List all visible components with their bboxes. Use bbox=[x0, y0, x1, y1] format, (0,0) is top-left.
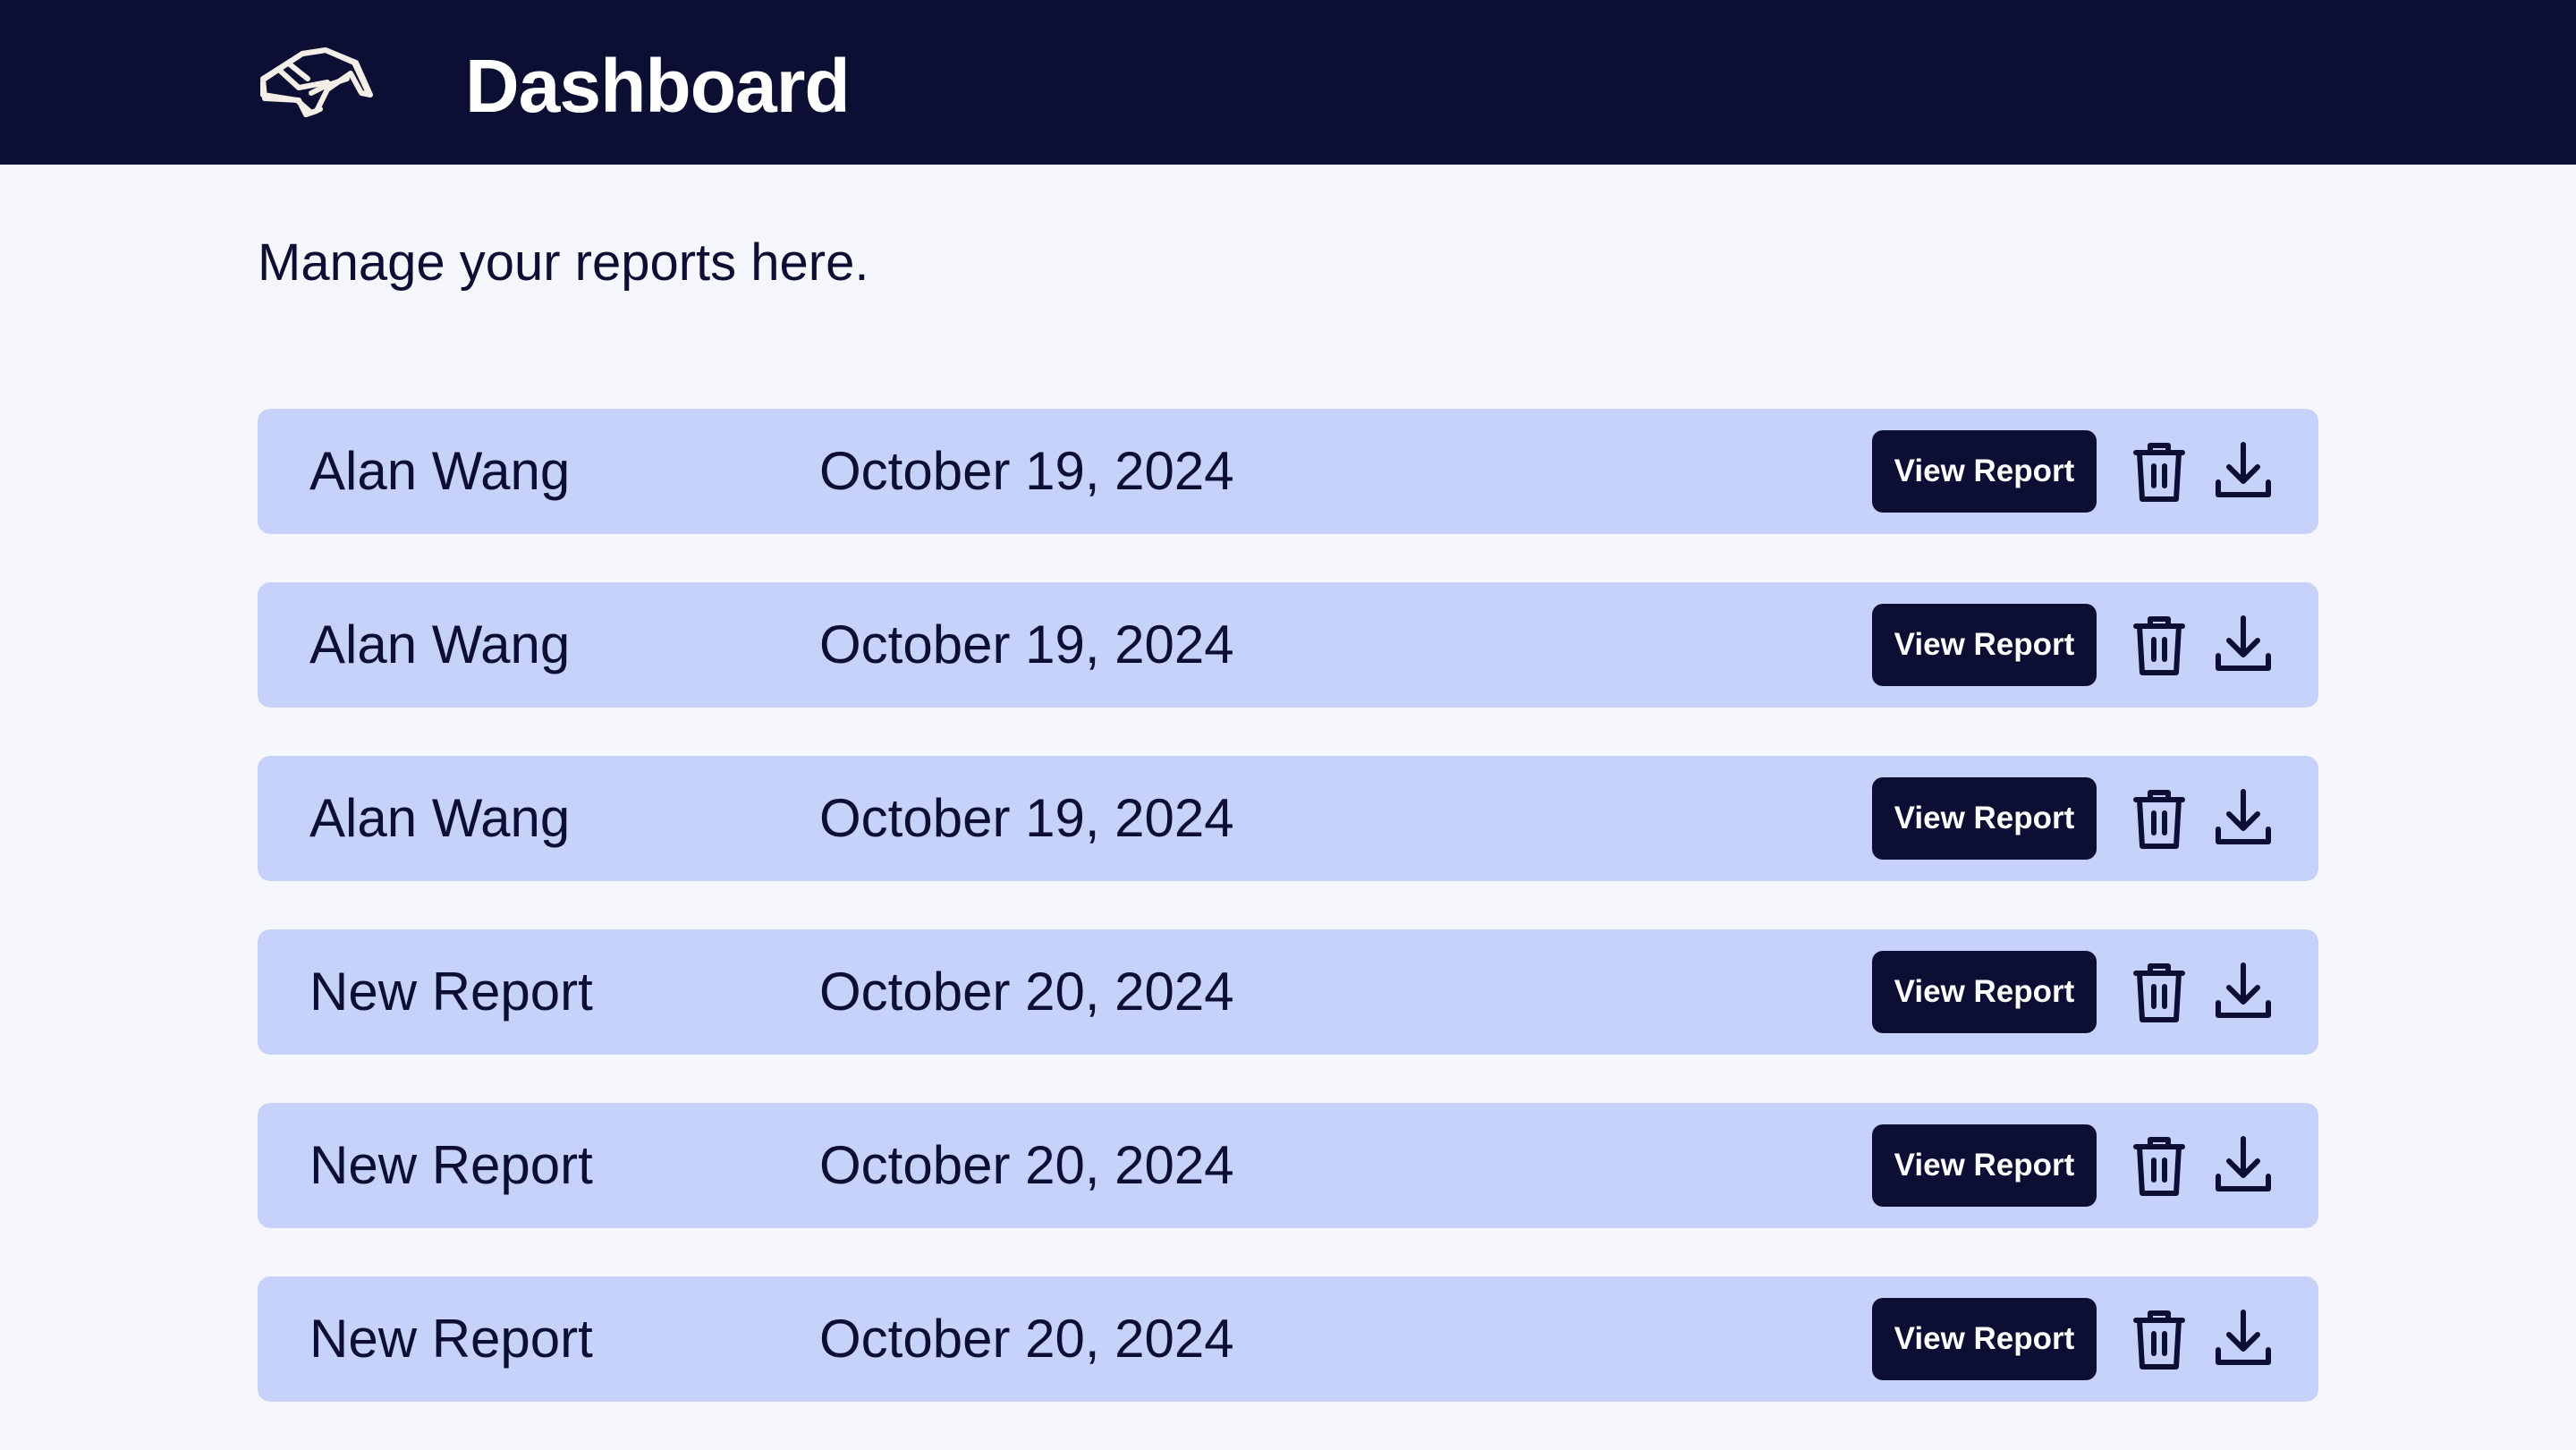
view-report-button[interactable]: View Report bbox=[1872, 430, 2097, 513]
report-row: Alan Wang October 19, 2024 View Report bbox=[258, 409, 2318, 534]
view-report-button[interactable]: View Report bbox=[1872, 604, 2097, 686]
trash-icon[interactable] bbox=[2123, 1130, 2195, 1201]
report-date: October 19, 2024 bbox=[819, 441, 1234, 501]
download-icon[interactable] bbox=[2207, 436, 2279, 507]
view-report-button[interactable]: View Report bbox=[1872, 1124, 2097, 1207]
report-date: October 20, 2024 bbox=[819, 962, 1234, 1022]
trash-icon[interactable] bbox=[2123, 609, 2195, 681]
trash-icon[interactable] bbox=[2123, 956, 2195, 1028]
report-row: Alan Wang October 19, 2024 View Report bbox=[258, 582, 2318, 708]
page-title: Dashboard bbox=[465, 44, 851, 128]
download-icon[interactable] bbox=[2207, 1303, 2279, 1375]
view-report-button[interactable]: View Report bbox=[1872, 951, 2097, 1033]
report-date: October 20, 2024 bbox=[819, 1135, 1234, 1195]
report-row: New Report October 20, 2024 View Report bbox=[258, 929, 2318, 1055]
report-date: October 19, 2024 bbox=[819, 615, 1234, 674]
download-icon[interactable] bbox=[2207, 783, 2279, 854]
report-name: New Report bbox=[309, 1135, 593, 1195]
report-row: Alan Wang October 19, 2024 View Report bbox=[258, 756, 2318, 881]
download-icon[interactable] bbox=[2207, 1130, 2279, 1201]
trash-icon[interactable] bbox=[2123, 1303, 2195, 1375]
report-list: Alan Wang October 19, 2024 View Report A… bbox=[258, 409, 2318, 1450]
top-bar: Dashboard bbox=[0, 0, 2576, 165]
view-report-button[interactable]: View Report bbox=[1872, 1298, 2097, 1380]
report-name: Alan Wang bbox=[309, 788, 571, 848]
report-name: Alan Wang bbox=[309, 441, 571, 501]
report-row: New Report October 20, 2024 View Report bbox=[258, 1103, 2318, 1228]
report-name: Alan Wang bbox=[309, 615, 571, 674]
hand-logo-icon[interactable] bbox=[258, 43, 374, 120]
report-name: New Report bbox=[309, 1309, 593, 1369]
report-date: October 19, 2024 bbox=[819, 788, 1234, 848]
download-icon[interactable] bbox=[2207, 609, 2279, 681]
download-icon[interactable] bbox=[2207, 956, 2279, 1028]
report-date: October 20, 2024 bbox=[819, 1309, 1234, 1369]
page-subtitle: Manage your reports here. bbox=[258, 233, 869, 292]
report-name: New Report bbox=[309, 962, 593, 1022]
view-report-button[interactable]: View Report bbox=[1872, 777, 2097, 860]
trash-icon[interactable] bbox=[2123, 783, 2195, 854]
report-row: New Report October 20, 2024 View Report bbox=[258, 1276, 2318, 1402]
trash-icon[interactable] bbox=[2123, 436, 2195, 507]
